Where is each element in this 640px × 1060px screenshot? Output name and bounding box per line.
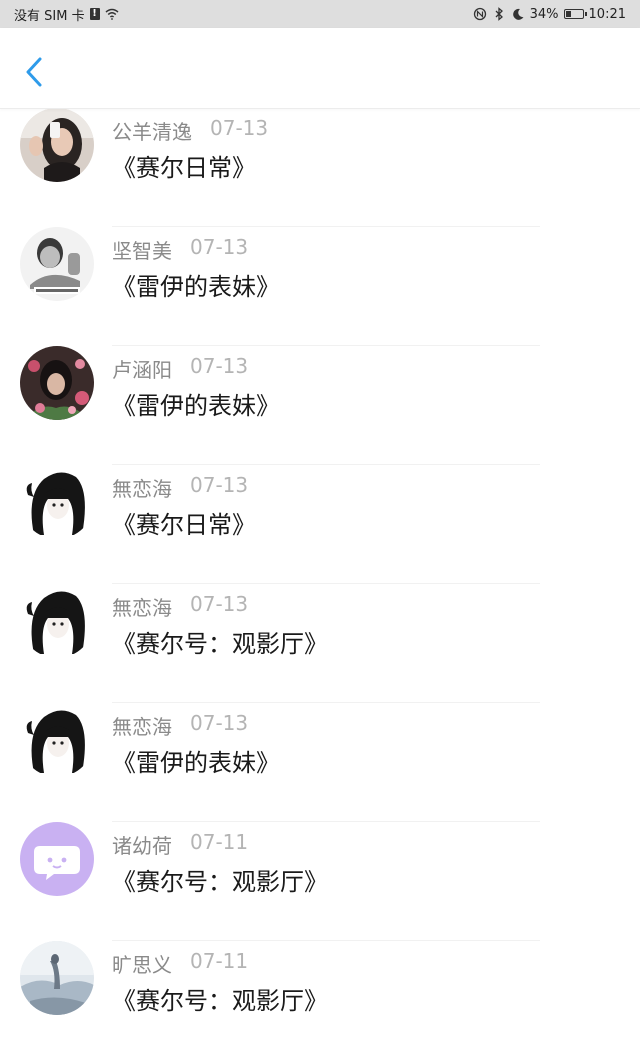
wifi-icon <box>105 8 119 20</box>
user-name[interactable]: 卢涵阳 <box>112 354 172 383</box>
list-item[interactable]: 無恋海 07-13 《雷伊的表妹》 <box>0 703 640 822</box>
user-name[interactable]: 無恋海 <box>112 473 172 502</box>
comment-meta: 無恋海 07-13 <box>112 711 248 740</box>
top-nav-bar <box>0 28 640 109</box>
battery-level <box>565 11 571 17</box>
comment-meta: 旷思义 07-11 <box>112 949 248 978</box>
comment-meta: 無恋海 07-13 <box>112 473 248 502</box>
comment-list: 公羊清逸 07-13 《赛尔日常》 坚智美 07-13 《雷伊的表妹》 卢涵阳 … <box>0 108 640 1060</box>
comment-meta: 公羊清逸 07-13 <box>112 116 268 145</box>
avatar-photo-boy-bw <box>20 227 94 301</box>
comment-date: 07-13 <box>190 473 249 497</box>
list-item[interactable]: 诸幼荷 07-11 《赛尔号：观影厅》 <box>0 822 640 941</box>
avatar[interactable] <box>20 822 94 896</box>
comment-title[interactable]: 《赛尔日常》 <box>112 505 256 540</box>
comment-date: 07-11 <box>190 830 249 854</box>
avatar-photo-flowers <box>20 346 94 420</box>
comment-meta: 卢涵阳 07-13 <box>112 354 248 383</box>
avatar-anime-girl <box>20 584 94 658</box>
comment-title[interactable]: 《赛尔号：观影厅》 <box>112 624 328 659</box>
clock: 10:21 <box>588 6 626 22</box>
avatar-anime-girl <box>20 465 94 539</box>
bluetooth-icon <box>495 7 503 21</box>
sim-alert-icon: ! <box>89 8 100 20</box>
list-item[interactable]: 坚智美 07-13 《雷伊的表妹》 <box>0 227 640 346</box>
user-name[interactable]: 旷思义 <box>112 949 172 978</box>
avatar-photo-girl <box>20 108 94 182</box>
comment-date: 07-13 <box>190 235 249 259</box>
comment-date: 07-13 <box>190 354 249 378</box>
user-name[interactable]: 無恋海 <box>112 711 172 740</box>
comment-title[interactable]: 《赛尔日常》 <box>112 148 256 183</box>
avatar[interactable] <box>20 346 94 420</box>
user-name[interactable]: 公羊清逸 <box>112 116 192 145</box>
avatar[interactable] <box>20 227 94 301</box>
moon-icon <box>512 8 524 20</box>
avatar-anime-girl <box>20 703 94 777</box>
list-item[interactable]: 無恋海 07-13 《赛尔日常》 <box>0 465 640 584</box>
list-item[interactable]: 公羊清逸 07-13 《赛尔日常》 <box>0 108 640 227</box>
chat-bubble-icon <box>20 822 94 896</box>
chevron-left-icon <box>26 57 42 87</box>
comment-date: 07-13 <box>210 116 269 140</box>
nfc-icon <box>473 7 486 21</box>
avatar[interactable] <box>20 108 94 182</box>
comment-meta: 诸幼荷 07-11 <box>112 830 248 859</box>
user-name[interactable]: 坚智美 <box>112 235 172 264</box>
back-button[interactable] <box>18 54 50 90</box>
comment-date: 07-11 <box>190 949 249 973</box>
avatar[interactable] <box>20 941 94 1015</box>
comment-meta: 無恋海 07-13 <box>112 592 248 621</box>
comment-title[interactable]: 《雷伊的表妹》 <box>112 743 280 778</box>
list-item[interactable]: 無恋海 07-13 《赛尔号：观影厅》 <box>0 584 640 703</box>
comment-meta: 坚智美 07-13 <box>112 235 248 264</box>
list-item[interactable]: 卢涵阳 07-13 《雷伊的表妹》 <box>0 346 640 465</box>
comment-date: 07-13 <box>190 711 249 735</box>
comment-title[interactable]: 《赛尔号：观影厅》 <box>112 862 328 897</box>
battery-icon <box>563 9 587 19</box>
status-right: 34% 10:21 <box>473 7 626 22</box>
list-item[interactable]: 旷思义 07-11 《赛尔号：观影厅》 <box>0 941 640 1060</box>
comment-title[interactable]: 《雷伊的表妹》 <box>112 386 280 421</box>
carrier-text: 没有 SIM 卡 <box>14 8 85 24</box>
status-bar: 没有 SIM 卡 ! 34% 10:21 <box>0 0 640 28</box>
comment-title[interactable]: 《赛尔号：观影厅》 <box>112 981 328 1016</box>
comment-date: 07-13 <box>190 592 249 616</box>
avatar-photo-landscape <box>20 941 94 1015</box>
user-name[interactable]: 诸幼荷 <box>112 830 172 859</box>
status-left: 没有 SIM 卡 ! <box>14 5 119 24</box>
avatar[interactable] <box>20 703 94 777</box>
avatar[interactable] <box>20 584 94 658</box>
comment-title[interactable]: 《雷伊的表妹》 <box>112 267 280 302</box>
battery-percent: 34% <box>529 6 559 22</box>
user-name[interactable]: 無恋海 <box>112 592 172 621</box>
avatar[interactable] <box>20 465 94 539</box>
